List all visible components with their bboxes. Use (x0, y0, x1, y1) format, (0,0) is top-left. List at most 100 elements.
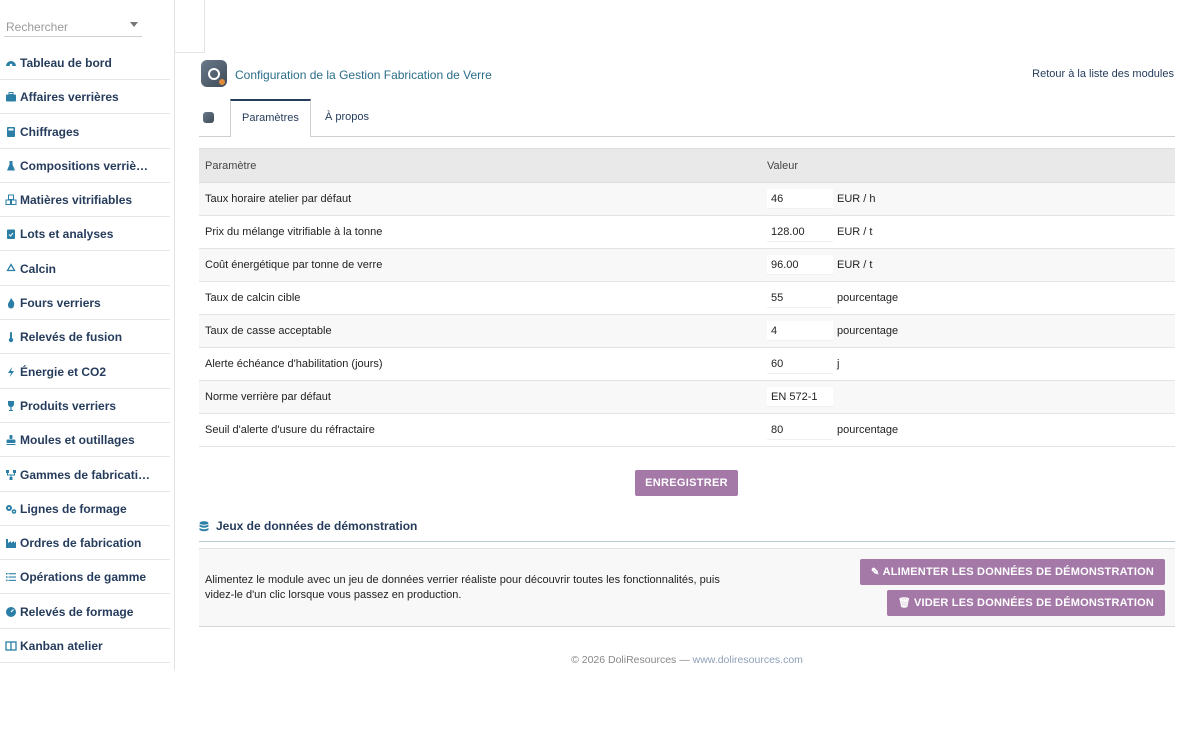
chevron-down-icon[interactable] (130, 22, 138, 27)
table-row: Alerte échéance d'habilitation (jours) j (199, 347, 1175, 381)
sidebar: Rechercher Tableau de bord Affaires verri… (0, 0, 175, 670)
sidebar-item-gammes-de-fabricati[interactable]: Gammes de fabricati… (0, 459, 170, 492)
sidebar-item-releves-de-formage[interactable]: Relevés de formage (0, 596, 170, 629)
parameter-label: Prix du mélange vitrifiable à la tonne (199, 215, 761, 249)
parameter-value-input[interactable] (767, 321, 833, 341)
parameter-label: Taux de casse acceptable (199, 314, 761, 348)
table-row: Norme verrière par défaut (199, 380, 1175, 414)
parameter-value-cell: EUR / h (761, 182, 1175, 216)
trash-icon: 🗑 (898, 598, 911, 609)
table-row: Taux de calcin cible pourcentage (199, 281, 1175, 315)
list-icon (5, 571, 17, 583)
sidebar-item-label: Affaires verrières (20, 90, 119, 105)
module-logo-icon (201, 60, 227, 87)
cogs-icon (5, 503, 17, 515)
tab-parametres[interactable]: Paramètres (230, 99, 311, 137)
top-corner-panel (174, 0, 205, 53)
sidebar-item-matieres-vitrifiables[interactable]: Matières vitrifiables (0, 184, 170, 218)
sidebar-item-releves-de-fusion[interactable]: Relevés de fusion (0, 321, 170, 355)
parameter-unit: j (837, 358, 840, 370)
sidebar-item-calcin[interactable]: Calcin (0, 253, 170, 286)
sidebar-item-tableau-de-bord[interactable]: Tableau de bord (0, 47, 170, 80)
sidebar-item-kanban-atelier[interactable]: Kanban atelier (0, 630, 170, 664)
industry-icon (5, 537, 17, 549)
gauge-icon (5, 606, 17, 618)
sidebar-item-produits-verriers[interactable]: Produits verriers (0, 390, 170, 423)
tab-a-propos[interactable]: À propos (314, 99, 380, 136)
demo-section-header: Jeux de données de démonstration (199, 516, 1175, 542)
wine-glass-icon (5, 400, 17, 412)
parameter-unit: pourcentage (837, 325, 899, 337)
magic-wand-icon: ✎ (870, 567, 880, 578)
parameter-label: Norme verrière par défaut (199, 380, 761, 414)
parameter-value-input[interactable] (767, 420, 833, 440)
parameter-value-input[interactable] (767, 222, 833, 242)
parameter-value-input[interactable] (767, 255, 833, 275)
sidebar-item-label: Matières vitrifiables (20, 193, 133, 208)
parameter-label: Seuil d'alerte d'usure du réfractaire (199, 413, 761, 447)
parameter-value-input[interactable] (767, 189, 833, 209)
calculator-icon (5, 126, 17, 138)
sidebar-item-affaires-verrieres[interactable]: Affaires verrières (0, 81, 170, 115)
briefcase-icon (5, 91, 17, 103)
table-row: Prix du mélange vitrifiable à la tonne EU… (199, 215, 1175, 249)
sidebar-item-label: Ordres de fabrication (20, 536, 142, 551)
cubes-icon (5, 194, 17, 206)
bolt-icon (5, 366, 17, 378)
sidebar-item-ordres-de-fabrication[interactable]: Ordres de fabrication (0, 527, 170, 561)
parameter-unit: EUR / t (837, 226, 873, 238)
sidebar-item-label: Moules et outillages (20, 433, 135, 448)
sidebar-item-label: Lignes de formage (20, 501, 127, 516)
clear-demo-data-button[interactable]: 🗑 VIDER LES DONNÉES DE DÉMONSTRATION (887, 590, 1165, 616)
parameter-value-cell (761, 380, 1175, 414)
parameter-label: Taux horaire atelier par défaut (199, 182, 761, 216)
back-to-modules-link[interactable]: Retour à la liste des modules (1032, 68, 1174, 80)
table-row: Taux horaire atelier par défaut EUR / h (199, 182, 1175, 216)
sidebar-item-label: Kanban atelier (20, 639, 103, 654)
module-tab-icon (203, 112, 214, 123)
sidebar-item-label: Lots et analyses (20, 227, 114, 242)
footer: © 2026 DoliResources — www.doliresources… (199, 654, 1175, 666)
sidebar-item-lignes-de-formage[interactable]: Lignes de formage (0, 493, 170, 526)
footer-link[interactable]: www.doliresources.com (693, 654, 803, 666)
sidebar-item-label: Gammes de fabricati… (20, 467, 151, 482)
parameter-label: Coût énergétique par tonne de verre (199, 248, 761, 282)
sidebar-nav: Tableau de bord Affaires verrières Chiffra… (0, 47, 170, 664)
sidebar-item-fours-verriers[interactable]: Fours verriers (0, 287, 170, 321)
parameter-value-cell: pourcentage (761, 314, 1175, 348)
sidebar-item-label: Fours verriers (20, 296, 101, 311)
parameter-value-input[interactable] (767, 288, 833, 308)
sidebar-item-operations-de-gamme[interactable]: Opérations de gamme (0, 561, 170, 595)
columns-icon (5, 640, 17, 652)
page-header: Configuration de la Gestion Fabrication … (199, 60, 1175, 90)
dashboard-icon (5, 57, 17, 69)
sidebar-item-moules-et-outillages[interactable]: Moules et outillages (0, 424, 170, 458)
parameter-label: Alerte échéance d'habilitation (jours) (199, 347, 761, 381)
save-button[interactable]: ENREGISTRER (635, 470, 738, 496)
parameter-value-input[interactable] (767, 354, 833, 374)
sidebar-item-energie-et-co2[interactable]: Énergie et CO2 (0, 356, 170, 389)
parameter-value-cell: EUR / t (761, 248, 1175, 282)
parameter-value-input[interactable] (767, 387, 833, 407)
search-select[interactable]: Rechercher (4, 14, 142, 37)
sidebar-item-lots-et-analyses[interactable]: Lots et analyses (0, 218, 170, 252)
sidebar-item-label: Relevés de fusion (20, 330, 123, 345)
clipboard-check-icon (5, 228, 17, 240)
stamp-icon (5, 434, 17, 446)
sidebar-item-label: Relevés de formage (20, 604, 134, 619)
table-row: Taux de casse acceptable pourcentage (199, 314, 1175, 348)
sidebar-item-label: Opérations de gamme (20, 570, 147, 585)
sidebar-item-compositions-verrie[interactable]: Compositions verriè… (0, 150, 170, 183)
sidebar-item-label: Compositions verriè… (20, 158, 149, 173)
table-row: Coût énergétique par tonne de verre EUR /… (199, 248, 1175, 282)
search-placeholder: Rechercher (6, 20, 69, 34)
feed-demo-data-button[interactable]: ✎ ALIMENTER LES DONNÉES DE DÉMONSTRATION (859, 559, 1165, 585)
flask-icon (5, 160, 17, 172)
sidebar-item-label: Produits verriers (20, 398, 117, 413)
sidebar-item-label: Calcin (20, 261, 57, 276)
table-row: Seuil d'alerte d'usure du réfractaire pou… (199, 413, 1175, 447)
parameter-label: Taux de calcin cible (199, 281, 761, 315)
recycle-icon (5, 262, 17, 275)
demo-section-title: Jeux de données de démonstration (216, 519, 418, 533)
sidebar-item-chiffrages[interactable]: Chiffrages (0, 116, 170, 149)
